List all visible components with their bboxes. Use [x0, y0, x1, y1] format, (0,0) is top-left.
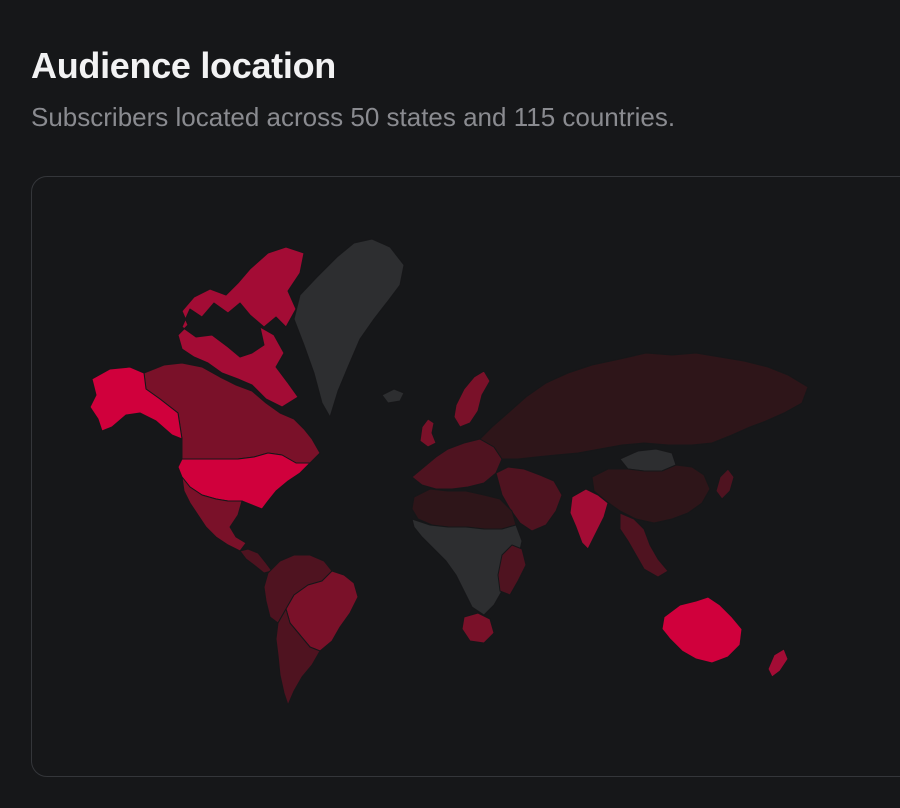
region-russia[interactable]	[479, 352, 809, 460]
audience-location-panel: Audience location Subscribers located ac…	[0, 0, 900, 808]
page-subtitle: Subscribers located across 50 states and…	[31, 102, 676, 132]
region-china[interactable]	[591, 464, 711, 524]
region-australia[interactable]	[661, 596, 743, 664]
region-iceland[interactable]	[381, 388, 405, 404]
page-title: Audience location	[31, 45, 336, 86]
region-uk[interactable]	[419, 418, 437, 448]
region-japan[interactable]	[715, 468, 735, 500]
region-southeast-asia[interactable]	[619, 512, 669, 578]
region-greenland[interactable]	[293, 238, 405, 418]
world-map	[89, 238, 809, 706]
region-north-africa[interactable]	[411, 488, 517, 530]
region-central-america[interactable]	[239, 548, 273, 574]
region-south-africa[interactable]	[461, 612, 495, 644]
region-india[interactable]	[569, 488, 609, 550]
region-scandinavia[interactable]	[453, 370, 491, 428]
region-mongolia[interactable]	[619, 448, 677, 472]
region-europe-west[interactable]	[411, 438, 503, 490]
region-new-zealand[interactable]	[767, 648, 789, 678]
world-map-card	[31, 176, 900, 777]
